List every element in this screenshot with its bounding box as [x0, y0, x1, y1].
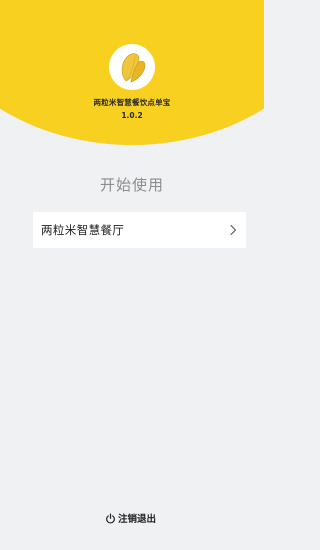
header-banner: 两粒米智慧餐饮点单宝 1.0.2 [0, 0, 264, 145]
store-name: 两粒米智慧餐厅 [41, 223, 125, 237]
rice-grain-icon [121, 53, 146, 83]
power-icon [106, 513, 115, 524]
app-logo [109, 44, 155, 90]
app-name: 两粒米智慧餐饮点单宝 [93, 98, 171, 107]
logout-label: 注销退出 [118, 514, 157, 525]
chevron-right-icon [230, 224, 237, 236]
logout-button[interactable]: 注销退出 [105, 510, 156, 526]
page-title: 开始使用 [99, 176, 164, 194]
store-list-item[interactable]: 两粒米智慧餐厅 [33, 212, 246, 248]
login-page: 两粒米智慧餐饮点单宝 1.0.2 开始使用 两粒米智慧餐厅 注销退出 [0, 0, 264, 550]
app-version: 1.0.2 [121, 111, 143, 120]
